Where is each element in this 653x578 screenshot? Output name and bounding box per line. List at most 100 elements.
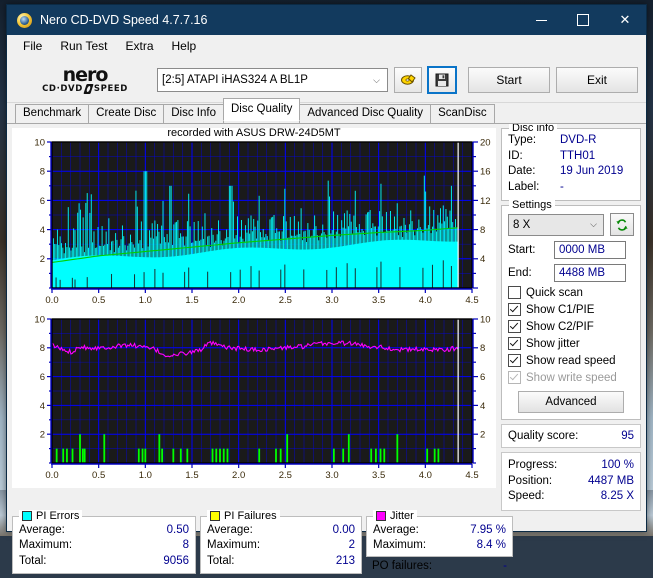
checkbox-box xyxy=(508,354,521,367)
speed-select-value: 8 X xyxy=(513,219,530,231)
maximize-button[interactable] xyxy=(562,5,604,35)
nero-logo-slash-icon xyxy=(83,84,93,94)
checkbox-label: Show C2/PIF xyxy=(526,321,594,333)
svg-text:6: 6 xyxy=(480,372,485,383)
checkbox-show-read-speed[interactable]: Show read speed xyxy=(508,354,634,367)
svg-text:4.0: 4.0 xyxy=(419,470,432,481)
nero-logo-word: nero xyxy=(63,67,108,84)
tab-strip: Benchmark Create Disc Disc Info Disc Qua… xyxy=(7,103,646,124)
menu-item-help[interactable]: Help xyxy=(163,36,206,56)
end-label: End: xyxy=(508,267,554,279)
close-button[interactable]: ✕ xyxy=(604,5,646,35)
eject-disc-button[interactable] xyxy=(394,67,422,93)
nero-disc-icon xyxy=(17,13,32,28)
pi-errors-maximum-label: Maximum: xyxy=(19,538,183,554)
pi-failures-total-value: 213 xyxy=(336,554,355,570)
svg-text:6: 6 xyxy=(40,372,45,383)
chevron-down-icon: ⌵ xyxy=(373,75,380,86)
svg-text:4: 4 xyxy=(40,225,45,236)
menu-item-extra[interactable]: Extra xyxy=(116,36,162,56)
speed-select[interactable]: 8 X ⌵ xyxy=(508,214,604,236)
checkbox-show-c2-pif[interactable]: Show C2/PIF xyxy=(508,320,634,333)
pi-errors-chart-svg: 246810481216200.00.51.01.52.02.53.03.54.… xyxy=(12,128,496,308)
pi-failures-total-row: Total: 213 xyxy=(207,554,355,570)
pi-failures-title-text: PI Failures xyxy=(224,510,277,522)
pi-errors-chart: recorded with ASUS DRW-24D5MT 2468104812… xyxy=(12,128,496,313)
svg-text:8: 8 xyxy=(40,167,45,178)
tab-advanced-disc-quality[interactable]: Advanced Disc Quality xyxy=(299,104,431,123)
end-field-row: End: 4488 MB xyxy=(508,264,634,282)
checkbox-show-jitter[interactable]: Show jitter xyxy=(508,337,634,350)
svg-text:4: 4 xyxy=(480,401,485,412)
advanced-button[interactable]: Advanced xyxy=(518,391,624,413)
svg-text:2: 2 xyxy=(480,430,485,441)
jitter-color-swatch xyxy=(376,511,386,521)
checkbox-box xyxy=(508,320,521,333)
svg-text:2.5: 2.5 xyxy=(279,295,292,306)
drive-select[interactable]: [2:5] ATAPI iHAS324 A BL1P ⌵ xyxy=(157,68,388,92)
tab-create-disc[interactable]: Create Disc xyxy=(88,104,164,123)
progress-row: Progress: 100 % xyxy=(508,458,634,474)
nero-logo-subtitle: CD·DVD SPEED xyxy=(42,84,128,94)
disc-info-key-id: ID: xyxy=(508,149,560,165)
pi-errors-maximum-row: Maximum: 8 xyxy=(19,538,189,554)
checkbox-quick-scan[interactable]: Quick scan xyxy=(508,286,634,299)
speed-row: 8 X ⌵ xyxy=(508,213,634,236)
tab-disc-quality[interactable]: Disc Quality xyxy=(223,98,300,121)
pi-failures-total-label: Total: xyxy=(207,554,336,570)
svg-text:0.5: 0.5 xyxy=(92,295,105,306)
tab-benchmark[interactable]: Benchmark xyxy=(15,104,89,123)
disc-info-key-type: Type: xyxy=(508,133,560,149)
svg-text:2: 2 xyxy=(40,254,45,265)
position-label: Position: xyxy=(508,474,588,490)
checkbox-label: Quick scan xyxy=(526,287,583,299)
menu-item-run-test[interactable]: Run Test xyxy=(51,36,116,56)
nero-logo-sub-right: SPEED xyxy=(94,84,128,94)
svg-text:10: 10 xyxy=(34,314,45,325)
end-input[interactable]: 4488 MB xyxy=(554,264,626,282)
po-failures-row: PO failures: - xyxy=(366,557,513,575)
jitter-maximum-value: 8.4 % xyxy=(477,538,506,554)
checkbox-box xyxy=(508,337,521,350)
po-failures-label: PO failures: xyxy=(372,559,503,575)
tab-scandisc[interactable]: ScanDisc xyxy=(430,104,495,123)
checkbox-show-c1-pie[interactable]: Show C1/PIE xyxy=(508,303,634,316)
chevron-down-icon: ⌵ xyxy=(590,219,597,230)
svg-text:3.0: 3.0 xyxy=(325,295,338,306)
tab-disc-info[interactable]: Disc Info xyxy=(163,104,224,123)
position-value: 4487 MB xyxy=(588,474,634,490)
pi-errors-color-swatch xyxy=(22,511,32,521)
main-content: recorded with ASUS DRW-24D5MT 2468104812… xyxy=(7,124,646,516)
start-input[interactable]: 0000 MB xyxy=(554,241,626,259)
menu-item-file[interactable]: File xyxy=(14,36,51,56)
start-label: Start: xyxy=(508,244,554,256)
pi-failures-maximum-value: 2 xyxy=(349,538,355,554)
disc-info-row-date: Date: 19 Jun 2019 xyxy=(508,164,634,180)
minimize-button[interactable] xyxy=(520,5,562,35)
save-results-button[interactable] xyxy=(427,66,457,94)
checkbox-box xyxy=(508,286,521,299)
svg-text:3.5: 3.5 xyxy=(372,470,385,481)
application-window: Nero CD-DVD Speed 4.7.7.16 ✕ File Run Te… xyxy=(6,4,647,532)
drive-select-value: [2:5] ATAPI iHAS324 A BL1P xyxy=(162,74,308,86)
quality-score-value: 95 xyxy=(621,430,634,442)
disc-info-value-id: TTH01 xyxy=(560,149,595,165)
svg-text:0.5: 0.5 xyxy=(92,470,105,481)
svg-text:2.0: 2.0 xyxy=(232,295,245,306)
start-button[interactable]: Start xyxy=(468,67,550,93)
checkbox-label: Show write speed xyxy=(526,372,617,384)
svg-text:2.0: 2.0 xyxy=(232,470,245,481)
refresh-button[interactable] xyxy=(610,213,634,236)
floppy-save-icon xyxy=(435,73,449,87)
exit-button[interactable]: Exit xyxy=(556,67,638,93)
svg-text:1.0: 1.0 xyxy=(139,470,152,481)
svg-text:3.5: 3.5 xyxy=(372,295,385,306)
speed-row-readout: Speed: 8.25 X xyxy=(508,489,634,505)
jitter-stats-wrap: Jitter Average: 7.95 % Maximum: 8.4 % PO… xyxy=(366,516,513,575)
jitter-stats-title: Jitter xyxy=(373,510,417,522)
svg-text:8: 8 xyxy=(480,343,485,354)
svg-text:20: 20 xyxy=(480,137,491,148)
progress-value: 100 % xyxy=(601,458,634,474)
checkbox-show-write-speed: Show write speed xyxy=(508,371,634,384)
jitter-pif-chart: 2468102468100.00.51.01.52.02.53.03.54.04… xyxy=(12,313,496,488)
